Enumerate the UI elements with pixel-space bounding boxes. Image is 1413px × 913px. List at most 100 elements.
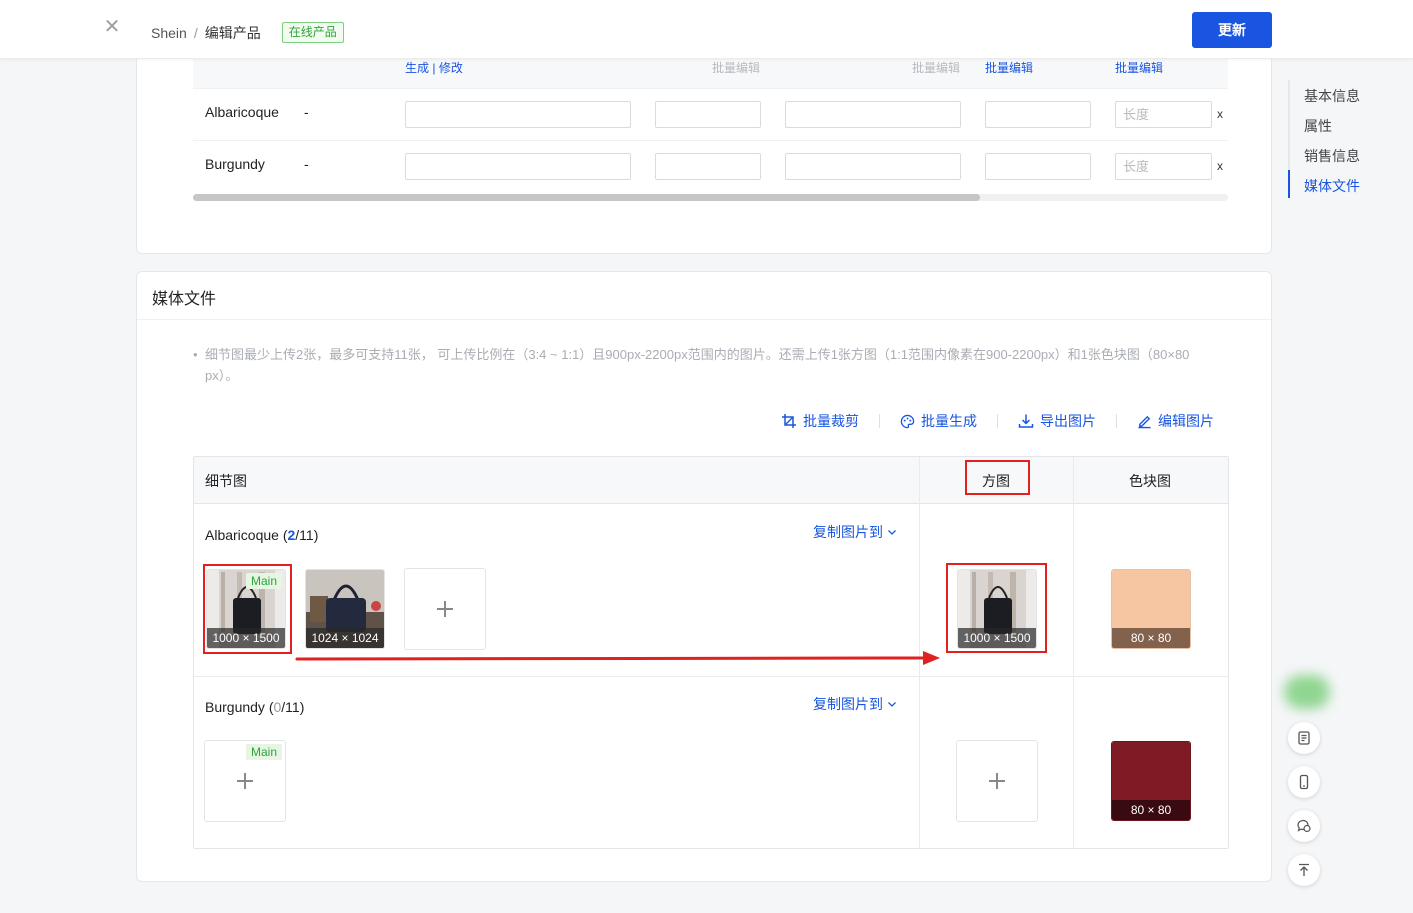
variant-name: Burgundy — [205, 699, 265, 715]
highlight-box — [946, 563, 1047, 653]
swatch-image-thumbnail[interactable]: 80 × 80 — [1111, 569, 1191, 649]
copy-images-to-dropdown[interactable]: 复制图片到 — [813, 522, 897, 542]
mobile-float-button[interactable] — [1288, 766, 1320, 798]
batch-edit-link-2[interactable]: 批量编辑 — [1115, 59, 1163, 76]
breadcrumb: Shein / 编辑产品 在线产品 — [151, 22, 344, 43]
floating-assistant-icon[interactable] — [1284, 675, 1330, 709]
variant-input[interactable] — [785, 101, 961, 128]
plus-icon — [237, 773, 253, 789]
generate-link[interactable]: 生成 — [405, 61, 429, 75]
upload-requirements-note: • 细节图最少上传2张，最多可支持11张， 可上传比例在（3:4 ~ 1:1）且… — [193, 344, 1223, 386]
modify-link[interactable]: 修改 — [439, 61, 463, 75]
row-divider — [193, 88, 1228, 89]
media-toolbar: 批量裁剪 批量生成 导出图片 编辑图片 — [781, 411, 1214, 431]
breadcrumb-current: 编辑产品 — [204, 24, 261, 41]
anchor-item-basic-info[interactable]: 基本信息 — [1304, 86, 1360, 106]
column-detail-images: 细节图 — [205, 473, 247, 489]
copy-images-label: 复制图片到 — [813, 524, 883, 540]
variant-input[interactable] — [655, 101, 761, 128]
toolbar-divider — [997, 414, 998, 428]
anchor-active-indicator — [1288, 170, 1290, 198]
close-icon[interactable]: ✕ — [103, 17, 121, 37]
batch-generate-button[interactable]: 批量生成 — [900, 411, 977, 431]
main-badge: Main — [245, 744, 282, 760]
anchor-item-sales-info[interactable]: 销售信息 — [1304, 146, 1360, 166]
add-main-image-button[interactable]: Main — [204, 740, 286, 822]
chevron-down-icon — [888, 702, 896, 707]
edit-images-label: 编辑图片 — [1158, 413, 1214, 429]
variant-input[interactable] — [655, 153, 761, 180]
breadcrumb-separator: / — [193, 24, 198, 41]
length-input[interactable]: 长度 — [1115, 101, 1212, 128]
row-divider — [193, 140, 1228, 141]
batch-edit-disabled-1: 批量编辑 — [712, 61, 761, 75]
status-badge: 在线产品 — [281, 22, 344, 43]
download-icon — [1018, 414, 1034, 428]
horizontal-scrollbar-thumb[interactable] — [193, 194, 980, 201]
link-divider: | — [432, 61, 436, 75]
section-title: 媒体文件 — [152, 291, 217, 308]
highlight-box — [203, 564, 292, 654]
toolbar-divider — [879, 414, 880, 428]
anchor-item-attributes[interactable]: 属性 — [1304, 116, 1332, 136]
length-input[interactable]: 长度 — [1115, 153, 1212, 180]
toolbar-divider — [1116, 414, 1117, 428]
palette-icon — [900, 414, 915, 428]
back-to-top-button[interactable] — [1288, 854, 1320, 886]
breadcrumb-root[interactable]: Shein — [151, 25, 187, 41]
remove-x[interactable]: x — [1217, 107, 1223, 121]
document-icon — [1298, 731, 1310, 745]
notes-float-button[interactable] — [1288, 722, 1320, 754]
batch-crop-label: 批量裁剪 — [803, 413, 859, 429]
chat-icon — [1297, 819, 1311, 833]
variant-name: Albaricoque — [205, 527, 279, 543]
copy-images-to-dropdown[interactable]: 复制图片到 — [813, 694, 897, 714]
column-swatch-image: 色块图 — [1129, 473, 1171, 489]
arrow-up-icon — [1299, 863, 1309, 876]
batch-edit-disabled-2: 批量编辑 — [912, 61, 961, 75]
column-divider — [1073, 457, 1074, 848]
update-button[interactable]: 更新 — [1192, 12, 1272, 48]
plus-icon — [437, 601, 453, 617]
variant-input[interactable] — [985, 153, 1091, 180]
variant-name: Albaricoque — [205, 104, 279, 120]
media-row-title: Burgundy (0/11) — [205, 699, 304, 715]
remove-x[interactable]: x — [1217, 159, 1223, 173]
variant-dash: - — [304, 156, 309, 172]
chevron-down-icon — [888, 530, 896, 535]
swatch-image-thumbnail[interactable]: 80 × 80 — [1111, 741, 1191, 821]
generate-modify-links: 生成 | 修改 — [405, 59, 463, 76]
add-detail-image-button[interactable] — [404, 568, 486, 650]
export-images-label: 导出图片 — [1040, 413, 1096, 429]
batch-generate-label: 批量生成 — [921, 413, 977, 429]
variant-input[interactable] — [785, 153, 961, 180]
image-dimensions: 80 × 80 — [1112, 628, 1190, 648]
media-row-title: Albaricoque (2/11) — [205, 527, 318, 543]
section-divider — [137, 319, 1271, 320]
top-header: ✕ Shein / 编辑产品 在线产品 更新 — [0, 0, 1413, 59]
phone-icon — [1299, 774, 1309, 790]
export-images-button[interactable]: 导出图片 — [1018, 411, 1096, 431]
edit-images-button[interactable]: 编辑图片 — [1137, 411, 1214, 431]
detail-image-thumbnail[interactable]: 1024 × 1024 — [305, 569, 385, 649]
add-square-image-button[interactable] — [956, 740, 1038, 822]
anchor-item-media[interactable]: 媒体文件 — [1304, 176, 1360, 196]
edit-icon — [1138, 415, 1151, 428]
image-count-max: /11) — [281, 699, 305, 715]
copy-images-label: 复制图片到 — [813, 696, 883, 712]
variant-input[interactable] — [405, 101, 631, 128]
image-count-max: /11) — [295, 527, 319, 543]
variant-input[interactable] — [985, 101, 1091, 128]
chat-float-button[interactable] — [1288, 810, 1320, 842]
crop-icon — [782, 414, 796, 428]
image-dimensions: 80 × 80 — [1112, 800, 1190, 820]
variant-dash: - — [304, 104, 309, 120]
variant-name: Burgundy — [205, 156, 265, 172]
variants-table-header — [193, 59, 1228, 89]
note-bullet: • — [193, 347, 198, 362]
plus-icon — [989, 773, 1005, 789]
batch-edit-link-1[interactable]: 批量编辑 — [985, 59, 1033, 76]
batch-crop-button[interactable]: 批量裁剪 — [781, 411, 859, 431]
variant-input[interactable] — [405, 153, 631, 180]
annotation-arrow — [295, 651, 940, 665]
